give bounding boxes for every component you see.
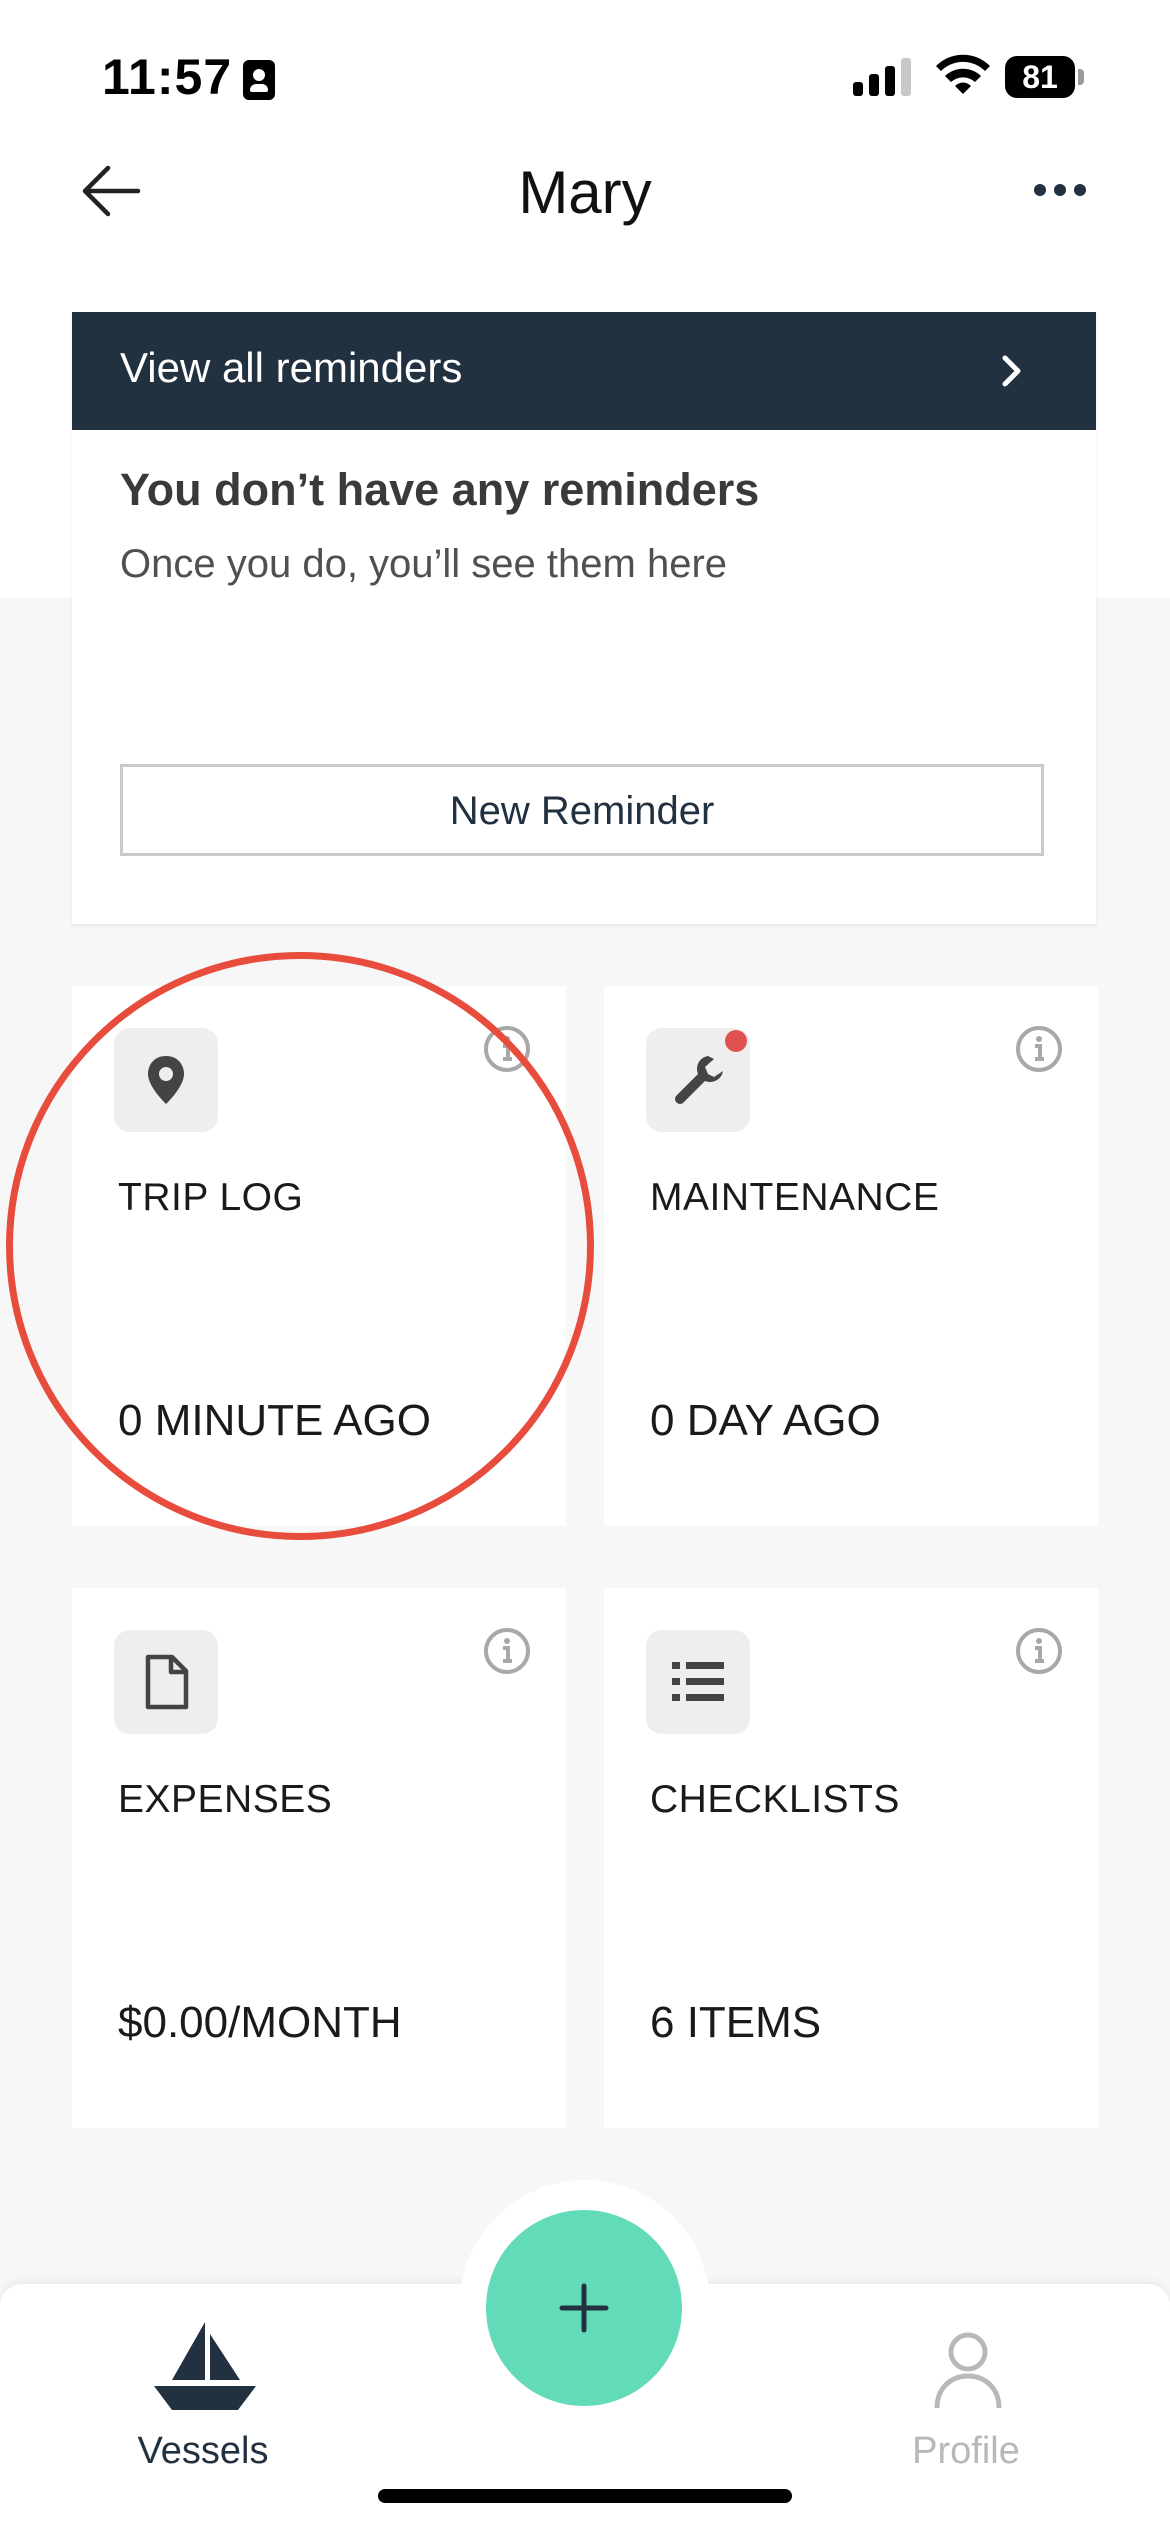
- info-icon[interactable]: [1014, 1024, 1064, 1074]
- document-icon: [145, 1654, 189, 1710]
- home-indicator: [378, 2489, 792, 2503]
- expenses-icon-box: [114, 1630, 218, 1734]
- reminders-card: View all reminders You don’t have any re…: [72, 312, 1096, 924]
- maintenance-tile[interactable]: MAINTENANCE 0 DAY AGO: [604, 986, 1098, 1526]
- tab-vessels-label[interactable]: Vessels: [118, 2430, 288, 2473]
- empty-reminders-subtitle: Once you do, you’ll see them here: [120, 542, 728, 586]
- add-button[interactable]: [486, 2210, 682, 2406]
- expenses-label: EXPENSES: [118, 1778, 333, 1821]
- expenses-tile[interactable]: EXPENSES $0.00/MONTH: [72, 1588, 566, 2128]
- wrench-icon: [675, 1056, 723, 1104]
- checklists-value: 6 ITEMS: [650, 1998, 822, 2047]
- checklists-label: CHECKLISTS: [650, 1778, 900, 1821]
- maintenance-label: MAINTENANCE: [650, 1176, 940, 1219]
- cellular-signal-icon: [853, 58, 913, 96]
- chevron-right-icon: [1002, 355, 1021, 387]
- empty-reminders-title: You don’t have any reminders: [120, 464, 760, 515]
- battery-level: 81: [1005, 56, 1075, 98]
- contact-card-icon: [243, 60, 275, 100]
- new-reminder-button[interactable]: New Reminder: [120, 764, 1044, 856]
- checklists-icon-box: [646, 1630, 750, 1734]
- wifi-icon: [936, 54, 990, 94]
- tab-profile-label[interactable]: Profile: [886, 2430, 1046, 2473]
- notification-dot: [725, 1030, 747, 1052]
- view-all-reminders-label: View all reminders: [120, 344, 463, 391]
- info-icon[interactable]: [482, 1626, 532, 1676]
- plus-icon: [559, 2283, 609, 2333]
- list-icon: [672, 1662, 724, 1701]
- battery-icon: 81: [1005, 56, 1085, 98]
- expenses-value: $0.00/MONTH: [118, 1998, 402, 2047]
- status-time: 11:57: [102, 49, 233, 105]
- highlight-circle: [6, 952, 594, 1540]
- more-options-icon[interactable]: [1032, 178, 1088, 202]
- checklists-tile[interactable]: CHECKLISTS 6 ITEMS: [604, 1588, 1098, 2128]
- page-title: Mary: [518, 159, 652, 226]
- sailboat-icon[interactable]: [150, 2320, 260, 2416]
- maintenance-value: 0 DAY AGO: [650, 1396, 881, 1445]
- profile-icon[interactable]: [933, 2330, 1003, 2410]
- view-all-reminders-bar[interactable]: View all reminders: [72, 312, 1096, 430]
- info-icon[interactable]: [1014, 1626, 1064, 1676]
